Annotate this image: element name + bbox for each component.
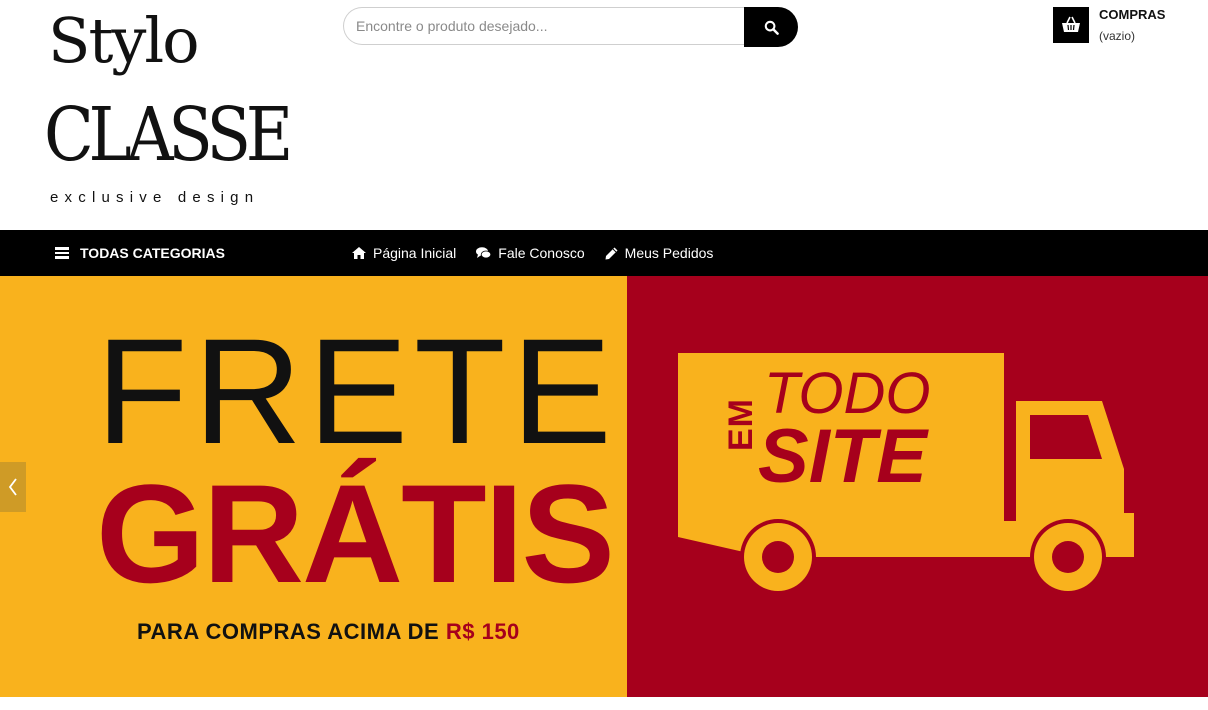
nav-links: Página Inicial Fale Conosco Meus Pedidos: [352, 230, 733, 276]
site-header: Stylo CLASSE exclusive design COMPRAS (v…: [0, 0, 1208, 230]
truck-text-site: SITE: [758, 414, 927, 499]
search-input[interactable]: [343, 7, 745, 45]
promo-banner[interactable]: FRETE GRÁTIS PARA COMPRAS ACIMA DE R$ 15…: [0, 276, 1208, 697]
nav-link-home[interactable]: Página Inicial: [352, 245, 456, 261]
cart-widget[interactable]: COMPRAS (vazio): [1053, 7, 1183, 47]
logo-line-classe: CLASSE: [44, 92, 293, 178]
menu-icon: [55, 247, 69, 259]
cart-status: (vazio): [1099, 29, 1136, 43]
search-icon: [764, 20, 779, 35]
chevron-left-icon: [8, 478, 17, 496]
search-bar: [343, 7, 798, 47]
home-icon: [352, 247, 366, 259]
logo-tagline: exclusive design: [50, 189, 260, 206]
nav-link-contact[interactable]: Fale Conosco: [476, 245, 585, 261]
banner-headline-frete: FRETE: [96, 307, 618, 475]
main-nav: TODAS CATEGORIAS Página Inicial Fale Con…: [0, 230, 1208, 276]
cart-icon-box: [1053, 7, 1089, 43]
chat-icon: [476, 247, 492, 259]
banner-subtitle-prefix: PARA COMPRAS ACIMA DE: [137, 619, 440, 644]
basket-icon: [1062, 16, 1080, 32]
nav-link-orders[interactable]: Meus Pedidos: [605, 245, 714, 261]
all-categories-button[interactable]: TODAS CATEGORIAS: [55, 230, 225, 276]
banner-subtitle-price: R$ 150: [445, 619, 520, 644]
nav-link-label: Página Inicial: [373, 245, 457, 261]
pencil-icon: [605, 247, 618, 259]
nav-link-label: Meus Pedidos: [624, 245, 714, 261]
banner-left-panel: FRETE GRÁTIS PARA COMPRAS ACIMA DE R$ 15…: [0, 276, 627, 697]
nav-link-label: Fale Conosco: [498, 245, 585, 261]
cart-title: COMPRAS: [1099, 7, 1166, 22]
logo-line-stylo: Stylo: [48, 4, 200, 77]
search-button[interactable]: [744, 7, 798, 47]
truck-graphic: EM TODO SITE: [678, 353, 1138, 603]
banner-headline-gratis: GRÁTIS: [96, 455, 615, 612]
truck-text-em: EM: [722, 398, 760, 451]
brand-logo[interactable]: Stylo CLASSE exclusive design: [44, 10, 314, 214]
banner-subtitle: PARA COMPRAS ACIMA DE R$ 150: [137, 619, 520, 645]
all-categories-label: TODAS CATEGORIAS: [80, 245, 225, 261]
slider-prev-button[interactable]: [0, 462, 26, 512]
